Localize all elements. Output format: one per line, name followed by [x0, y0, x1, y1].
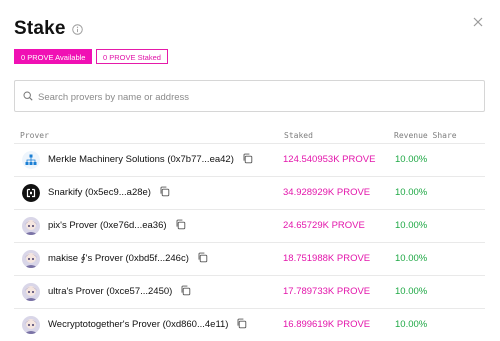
- column-header-staked: Staked: [284, 131, 313, 140]
- staked-amount: 18.751988K PROVE: [283, 253, 371, 264]
- copy-icon[interactable]: [197, 252, 208, 263]
- staked-amount: 17.789733K PROVE: [283, 286, 371, 297]
- prover-name-cell: Snarkify (0x5ec9...a28e): [48, 186, 170, 199]
- prover-name: pix's Prover (0xe76d...ea36): [48, 220, 167, 232]
- table-row[interactable]: Wecryptotogether's Prover (0xd860...4e11…: [14, 308, 485, 341]
- prover-name: Merkle Machinery Solutions (0x7b77...ea4…: [48, 154, 234, 166]
- search-input[interactable]: [36, 81, 480, 113]
- revenue-share: 10.00%: [395, 286, 428, 297]
- staked-amount: 124.540953K PROVE: [283, 154, 376, 165]
- prover-name: Wecryptotogether's Prover (0xd860...4e11…: [48, 319, 229, 331]
- search-icon: [23, 91, 33, 101]
- copy-icon[interactable]: [242, 153, 253, 164]
- prove-staked-badge: 0 PROVE Staked: [96, 49, 168, 64]
- column-header-revenue-share: Revenue Share: [394, 131, 457, 140]
- prover-avatar: [22, 151, 40, 169]
- table-row[interactable]: ultra's Prover (0xce57...2450) 17.789733K…: [14, 275, 485, 308]
- table-row[interactable]: Merkle Machinery Solutions (0x7b77...ea4…: [14, 143, 485, 176]
- prover-avatar: [22, 250, 40, 268]
- prover-name-cell: ultra's Prover (0xce57...2450): [48, 285, 191, 298]
- prover-name-cell: Merkle Machinery Solutions (0x7b77...ea4…: [48, 153, 253, 166]
- revenue-share: 10.00%: [395, 220, 428, 231]
- revenue-share: 10.00%: [395, 319, 428, 330]
- copy-icon[interactable]: [159, 186, 170, 197]
- prover-name: Snarkify (0x5ec9...a28e): [48, 187, 151, 199]
- info-icon[interactable]: [72, 24, 83, 35]
- search-box[interactable]: [14, 80, 485, 113]
- copy-icon[interactable]: [180, 285, 191, 296]
- staked-amount: 16.899619K PROVE: [283, 319, 371, 330]
- prover-avatar: [22, 217, 40, 235]
- staked-amount: 34.928929K PROVE: [283, 187, 371, 198]
- table-row[interactable]: Snarkify (0x5ec9...a28e) 34.928929K PROVE…: [14, 176, 485, 209]
- revenue-share: 10.00%: [395, 187, 428, 198]
- copy-icon[interactable]: [175, 219, 186, 230]
- prover-name: ultra's Prover (0xce57...2450): [48, 286, 173, 298]
- prover-avatar: [22, 184, 40, 202]
- prover-avatar: [22, 283, 40, 301]
- column-header-prover: Prover: [20, 131, 49, 140]
- table-row[interactable]: makise ∮'s Prover (0xbd5f...246c) 18.7519…: [14, 242, 485, 275]
- prover-name-cell: pix's Prover (0xe76d...ea36): [48, 219, 186, 232]
- revenue-share: 10.00%: [395, 154, 428, 165]
- prove-available-badge: 0 PROVE Available: [14, 49, 93, 64]
- prover-name-cell: makise ∮'s Prover (0xbd5f...246c): [48, 252, 208, 265]
- prover-name-cell: Wecryptotogether's Prover (0xd860...4e11…: [48, 318, 247, 331]
- table-row[interactable]: pix's Prover (0xe76d...ea36) 24.65729K PR…: [14, 209, 485, 242]
- prover-avatar: [22, 316, 40, 334]
- page-title: Stake: [14, 18, 66, 39]
- prover-name: makise ∮'s Prover (0xbd5f...246c): [48, 253, 189, 265]
- revenue-share: 10.00%: [395, 253, 428, 264]
- copy-icon[interactable]: [236, 318, 247, 329]
- staked-amount: 24.65729K PROVE: [283, 220, 365, 231]
- close-icon[interactable]: [471, 15, 485, 29]
